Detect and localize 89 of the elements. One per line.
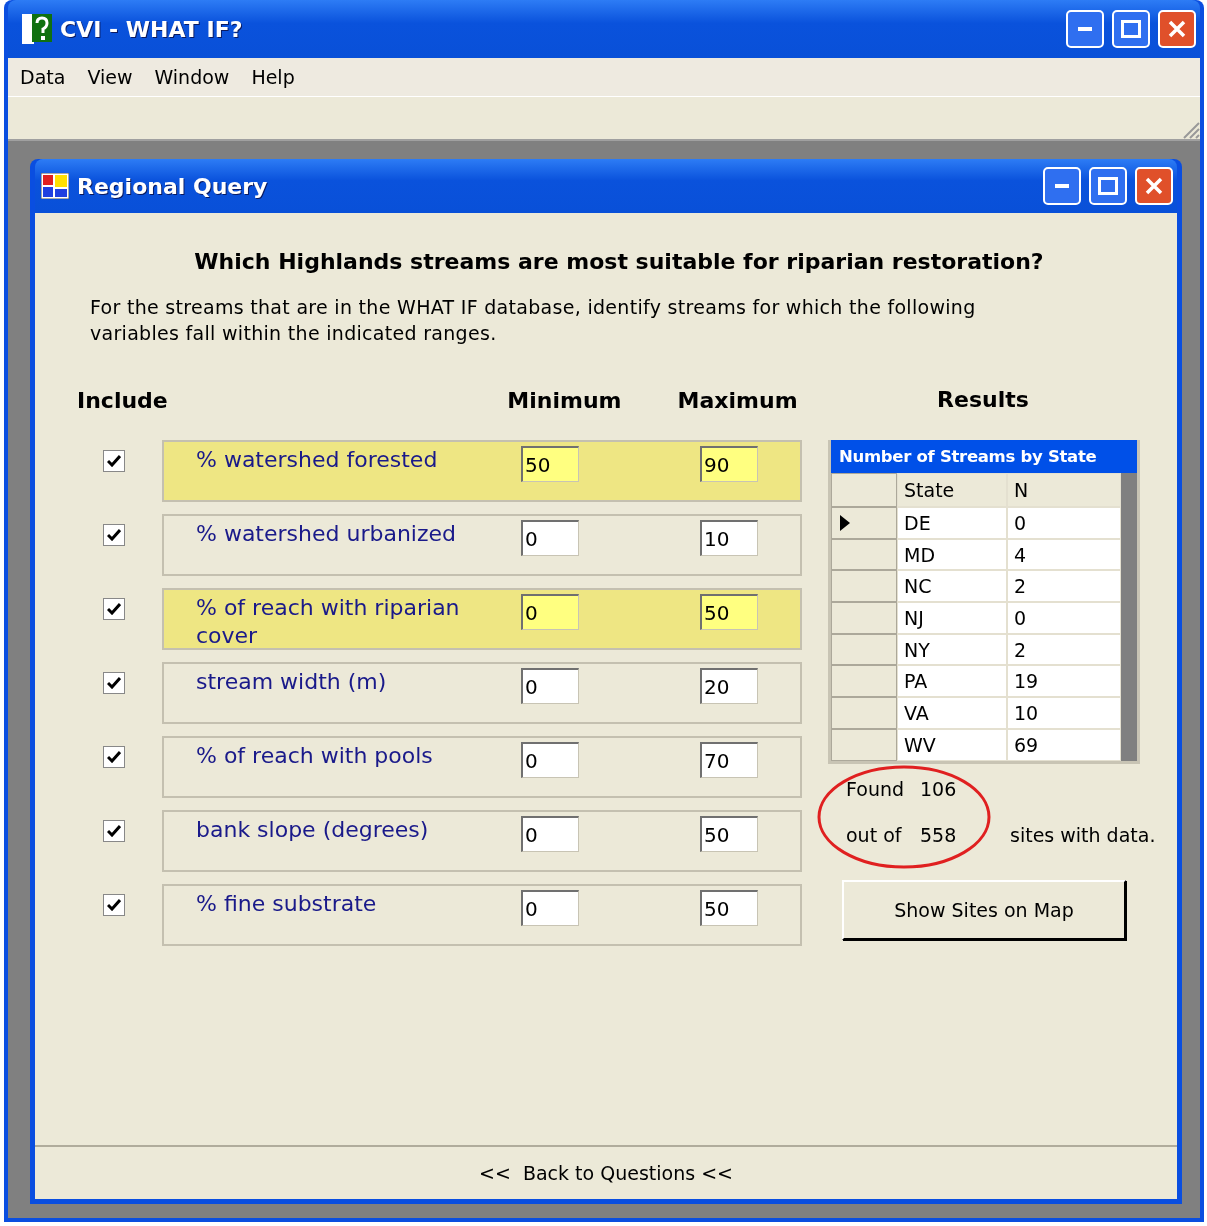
check-icon <box>107 529 121 541</box>
maximize-icon <box>1098 177 1118 195</box>
checkbox[interactable] <box>103 450 125 472</box>
column-header: N <box>1007 473 1121 507</box>
table-cell: MD <box>897 538 1007 571</box>
checkbox[interactable] <box>103 894 125 916</box>
table-cell: 0 <box>1007 602 1121 634</box>
total-count: 558 <box>920 823 957 846</box>
found-count: 106 <box>920 777 957 800</box>
table-title: Number of Streams by State <box>831 440 1137 473</box>
sites-label: sites with data. <box>1010 823 1156 846</box>
table-cell: NC <box>897 570 1007 603</box>
menu-item[interactable]: Data <box>20 66 66 88</box>
check-icon <box>107 899 121 911</box>
minimum-field[interactable]: 0 <box>521 816 579 852</box>
table-cell: NJ <box>897 602 1007 634</box>
checkbox[interactable] <box>103 820 125 842</box>
check-icon <box>107 677 121 689</box>
description-text: For the streams that are in the WHAT IF database, identify streams for which the following variables fall within the indicated ranges. <box>90 295 977 346</box>
minimum-field[interactable]: 0 <box>521 520 579 556</box>
minimum-field[interactable]: 0 <box>521 742 579 778</box>
checkbox[interactable] <box>103 672 125 694</box>
form-icon <box>41 173 69 199</box>
variable-label: % fine substrate <box>196 890 378 918</box>
close-button[interactable] <box>1158 10 1196 48</box>
maximum-field[interactable]: 50 <box>700 594 758 630</box>
minimize-button[interactable] <box>1043 167 1081 205</box>
checkbox[interactable] <box>103 524 125 546</box>
maximize-button[interactable] <box>1112 10 1150 48</box>
row-header[interactable] <box>831 507 897 539</box>
minimize-icon <box>1078 27 1092 31</box>
current-row-icon <box>840 514 850 531</box>
table-cell: 4 <box>1007 538 1121 571</box>
show-map-button[interactable]: Show Sites on Map <box>842 879 1126 940</box>
maximum-field[interactable]: 50 <box>700 816 758 852</box>
window-title: CVI - WHAT IF? <box>60 16 244 42</box>
table-cell: NY <box>897 633 1007 666</box>
close-icon <box>1145 177 1163 195</box>
maximum-field[interactable]: 20 <box>700 668 758 704</box>
table-cell: 19 <box>1007 665 1121 698</box>
table-cell: 2 <box>1007 633 1121 666</box>
table-cell: VA <box>897 697 1007 729</box>
maximum-field[interactable]: 70 <box>700 742 758 778</box>
found-label: Found <box>846 777 905 800</box>
table-cell: 69 <box>1007 728 1121 761</box>
menu-item[interactable]: Window <box>154 66 230 88</box>
column-header: State <box>897 473 1007 507</box>
variable-label: % of reach with pools <box>196 742 434 770</box>
check-icon <box>107 603 121 615</box>
app-icon <box>22 14 52 44</box>
check-icon <box>107 455 121 467</box>
row-header <box>831 473 897 507</box>
menu-item[interactable]: Help <box>251 66 295 88</box>
table-cell: PA <box>897 665 1007 698</box>
minimum-field[interactable]: 0 <box>521 668 579 704</box>
check-icon <box>107 751 121 763</box>
close-icon <box>1168 20 1186 38</box>
checkbox[interactable] <box>103 598 125 620</box>
table-cell: 10 <box>1007 697 1121 729</box>
menu-item[interactable]: View <box>87 66 133 88</box>
maximum-field[interactable]: 10 <box>700 520 758 556</box>
column-header: Minimum <box>507 387 623 413</box>
variable-label: bank slope (degrees) <box>196 816 430 844</box>
variable-label: % watershed forested <box>196 446 439 474</box>
question-text: Which Highlands streams are most suitable for riparian restoration? <box>193 249 1045 274</box>
variable-label: stream width (m) <box>196 668 388 696</box>
column-header: Maximum <box>677 387 799 413</box>
minimum-field[interactable]: 0 <box>521 594 579 630</box>
table-cell: 2 <box>1007 570 1121 603</box>
maximize-button[interactable] <box>1089 167 1127 205</box>
total-label: out of <box>846 823 902 846</box>
checkbox[interactable] <box>103 746 125 768</box>
maximum-field[interactable]: 90 <box>700 446 758 482</box>
variable-label: % of reach with riparian cover <box>196 594 461 650</box>
minimum-field[interactable]: 0 <box>521 890 579 926</box>
table-cell: 0 <box>1007 507 1121 539</box>
minimum-field[interactable]: 50 <box>521 446 579 482</box>
column-header: Results <box>936 386 1030 414</box>
table-cell: DE <box>897 507 1007 539</box>
table-cell: WV <box>897 728 1007 761</box>
minimize-button[interactable] <box>1066 10 1104 48</box>
close-button[interactable] <box>1135 167 1173 205</box>
variable-label: % watershed urbanized <box>196 520 457 548</box>
maximize-icon <box>1121 20 1141 38</box>
maximum-field[interactable]: 50 <box>700 890 758 926</box>
minimize-icon <box>1055 184 1069 188</box>
column-header: Include <box>76 387 169 413</box>
window-title: Regional Query <box>77 173 269 199</box>
check-icon <box>107 825 121 837</box>
